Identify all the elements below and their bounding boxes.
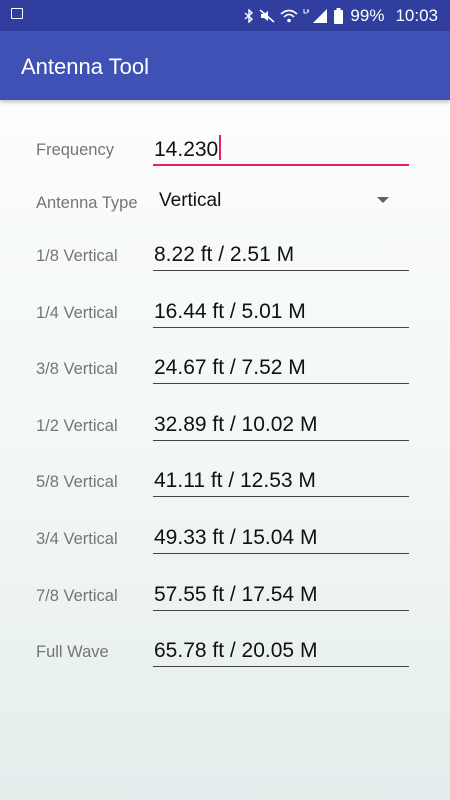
result-value: 8.22 ft / 2.51 M xyxy=(154,243,295,266)
result-row: 5/8 Vertical 41.11 ft / 12.53 M xyxy=(0,461,450,501)
result-label: Full Wave xyxy=(36,643,109,661)
gallery-icon xyxy=(11,8,23,19)
result-value: 65.78 ft / 20.05 M xyxy=(154,639,318,662)
result-row: 7/8 Vertical 57.55 ft / 17.54 M xyxy=(0,575,450,615)
text-cursor xyxy=(219,135,222,160)
result-row: 3/4 Vertical 49.33 ft / 15.04 M xyxy=(0,518,450,558)
antenna-type-label: Antenna Type xyxy=(36,194,138,212)
antenna-type-dropdown[interactable]: Vertical xyxy=(153,187,409,217)
dropdown-arrow-icon[interactable] xyxy=(377,197,389,203)
result-label: 3/8 Vertical xyxy=(36,360,118,378)
result-label: 1/2 Vertical xyxy=(36,417,118,435)
status-bar: 99% 10:03 xyxy=(0,0,450,31)
result-label: 7/8 Vertical xyxy=(36,587,118,605)
result-field[interactable]: 41.11 ft / 12.53 M xyxy=(153,461,409,497)
wifi-icon xyxy=(280,9,298,22)
frequency-input[interactable]: 14.230 xyxy=(153,130,409,166)
status-time: 10:03 xyxy=(395,5,438,25)
result-field[interactable]: 8.22 ft / 2.51 M xyxy=(153,235,409,271)
mute-icon xyxy=(259,8,275,23)
result-row: 1/2 Vertical 32.89 ft / 10.02 M xyxy=(0,405,450,445)
result-value: 49.33 ft / 15.04 M xyxy=(154,526,318,549)
result-field[interactable]: 57.55 ft / 17.54 M xyxy=(153,575,409,611)
result-value: 41.11 ft / 12.53 M xyxy=(154,469,316,492)
frequency-row: Frequency 14.230 xyxy=(0,130,450,170)
result-field[interactable]: 49.33 ft / 15.04 M xyxy=(153,518,409,554)
result-value: 16.44 ft / 5.01 M xyxy=(154,300,306,323)
result-value: 32.89 ft / 10.02 M xyxy=(154,413,318,436)
result-row: Full Wave 65.78 ft / 20.05 M xyxy=(0,631,450,671)
result-row: 1/4 Vertical 16.44 ft / 5.01 M xyxy=(0,292,450,332)
result-label: 5/8 Vertical xyxy=(36,473,118,491)
result-value: 57.55 ft / 17.54 M xyxy=(154,583,318,606)
result-field[interactable]: 24.67 ft / 7.52 M xyxy=(153,348,409,384)
battery-icon xyxy=(334,7,344,24)
frequency-value: 14.230 xyxy=(154,138,219,161)
result-field[interactable]: 65.78 ft / 20.05 M xyxy=(153,631,409,667)
result-label: 1/8 Vertical xyxy=(36,247,118,265)
status-icons: 99% 10:03 xyxy=(244,0,438,31)
result-field[interactable]: 32.89 ft / 10.02 M xyxy=(153,405,409,441)
result-row: 1/8 Vertical 8.22 ft / 2.51 M xyxy=(0,235,450,275)
result-value: 24.67 ft / 7.52 M xyxy=(154,356,306,379)
frequency-label: Frequency xyxy=(36,141,114,159)
result-label: 1/4 Vertical xyxy=(36,304,118,322)
result-row: 3/8 Vertical 24.67 ft / 7.52 M xyxy=(0,348,450,388)
battery-percent: 99% xyxy=(350,5,385,25)
app-title: Antenna Tool xyxy=(21,54,150,79)
result-field[interactable]: 16.44 ft / 5.01 M xyxy=(153,292,409,328)
bluetooth-icon xyxy=(244,8,254,23)
app-bar: Antenna Tool xyxy=(0,31,450,100)
antenna-type-selected: Vertical xyxy=(159,190,222,211)
lte-signal-icon xyxy=(303,8,328,23)
result-label: 3/4 Vertical xyxy=(36,530,118,548)
antenna-type-row: Antenna Type Vertical xyxy=(0,187,450,227)
